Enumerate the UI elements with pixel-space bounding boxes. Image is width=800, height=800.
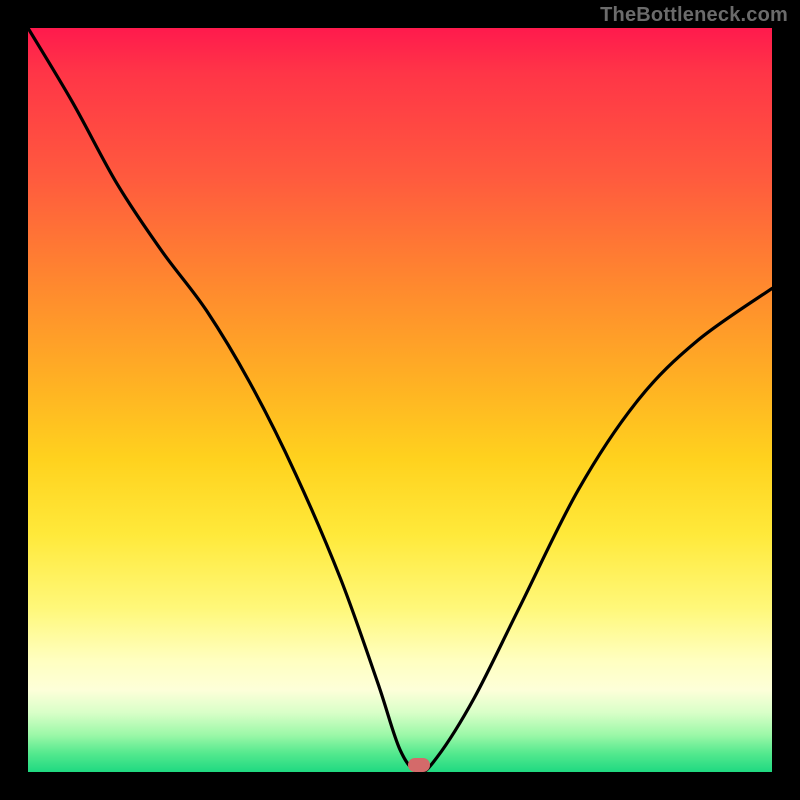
bottleneck-curve <box>28 28 772 772</box>
curve-path <box>28 28 772 772</box>
watermark-text: TheBottleneck.com <box>600 4 788 27</box>
chart-frame: TheBottleneck.com <box>0 0 800 800</box>
optimum-marker <box>408 758 430 772</box>
plot-area <box>28 28 772 772</box>
